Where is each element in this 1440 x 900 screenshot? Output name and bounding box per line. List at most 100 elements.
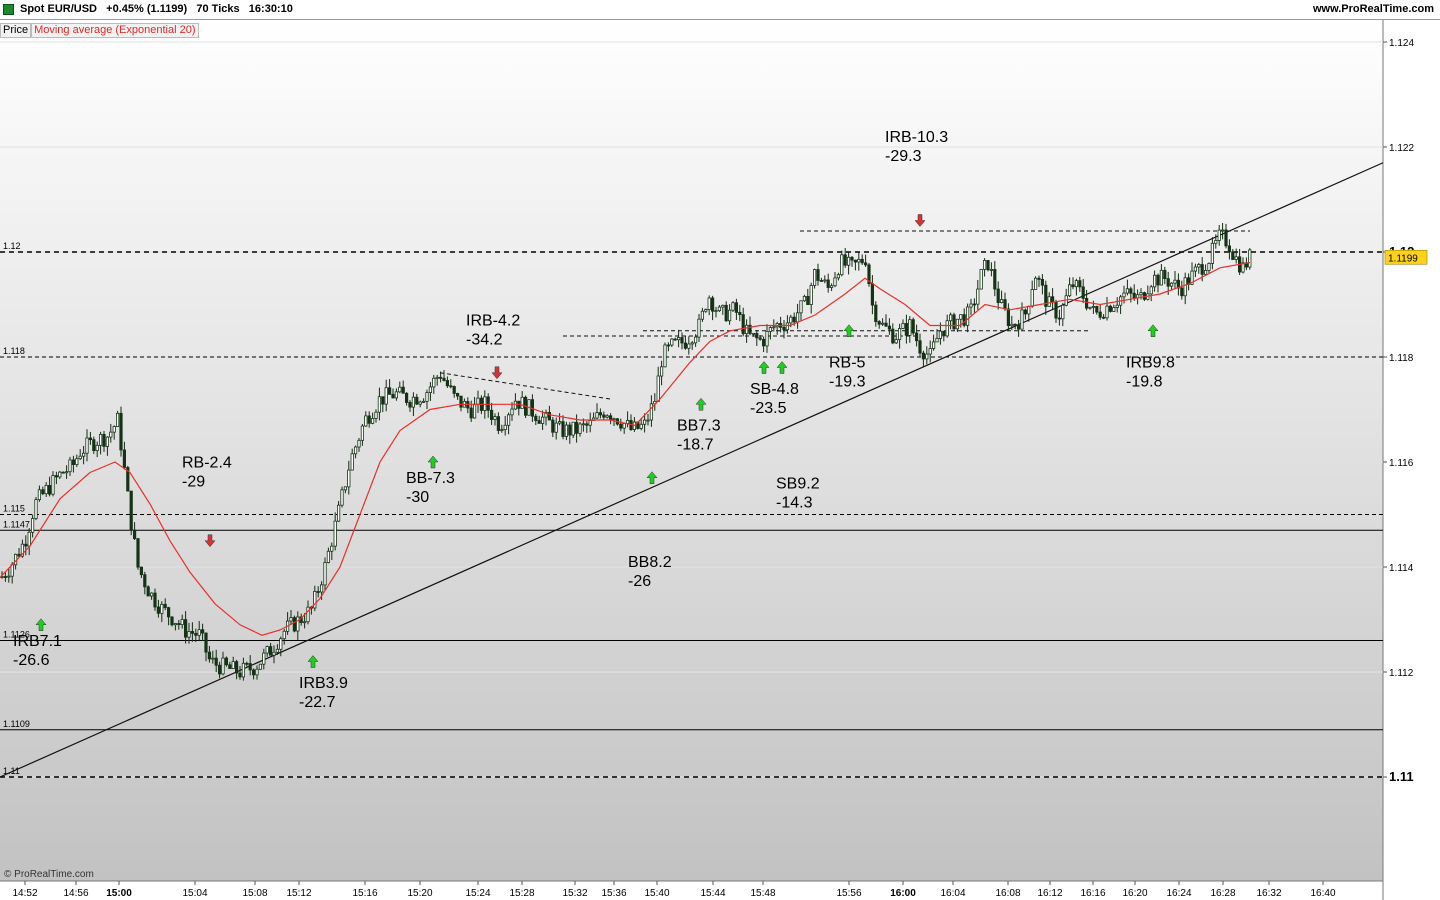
candle-body <box>194 632 198 636</box>
candle-body <box>204 632 208 653</box>
candle-body <box>452 386 456 394</box>
candle-body <box>836 274 841 279</box>
candle-body <box>58 471 62 478</box>
candle-body <box>935 338 939 343</box>
x-tick-label: 15:04 <box>182 888 207 899</box>
candle-body <box>707 297 711 310</box>
candle-body <box>785 322 790 331</box>
x-tick-label: 15:12 <box>286 888 311 899</box>
candle-body <box>969 303 973 308</box>
candle-body <box>1061 304 1065 320</box>
signal-annotation-label: RB-5 <box>829 355 866 372</box>
candle-body <box>799 300 803 314</box>
candle-body <box>65 471 69 474</box>
candle-body <box>714 310 718 313</box>
candle-body <box>962 314 966 326</box>
candle-body <box>500 429 504 432</box>
candle-body <box>1149 286 1153 295</box>
candle-body <box>177 623 181 626</box>
x-tick-label: 16:12 <box>1037 888 1062 899</box>
candle-body <box>82 452 86 457</box>
candle-body <box>357 439 361 448</box>
candle-body <box>588 420 592 426</box>
candle-body <box>571 421 575 436</box>
x-tick-label: 15:32 <box>562 888 587 899</box>
candle-body <box>245 662 249 665</box>
title-bar: Spot EUR/USD +0.45% (1.1199) 70 Ticks 16… <box>0 0 1440 20</box>
candle-body <box>160 603 164 614</box>
candle-body <box>643 419 647 425</box>
candle-body <box>520 396 524 409</box>
candle-body <box>1163 269 1167 280</box>
candle-body <box>350 453 354 471</box>
signal-annotation-value: -18.7 <box>677 437 714 454</box>
candle-body <box>1234 256 1238 260</box>
x-tick-label: 16:08 <box>995 888 1020 899</box>
legend-moving-average[interactable]: Moving average (Exponential 20) <box>31 23 199 38</box>
signal-annotation-label: RB-2.4 <box>182 454 232 471</box>
x-tick-label: 16:16 <box>1080 888 1105 899</box>
price-chart[interactable]: 1.121.1181.1151.11471.11261.11091.11 IRB… <box>0 20 1440 900</box>
candle-body <box>1003 299 1007 310</box>
candle-body <box>330 545 334 552</box>
candle-body <box>1102 316 1106 319</box>
candle-body <box>1115 304 1119 308</box>
candle-body <box>840 254 844 276</box>
candle-body <box>782 326 786 331</box>
candle-body <box>1047 296 1051 307</box>
candle-body <box>541 416 545 424</box>
candle-body <box>1193 266 1197 272</box>
candle-body <box>741 314 745 335</box>
candle-body <box>367 415 371 424</box>
x-tick-label: 15:24 <box>465 888 490 899</box>
candle-body <box>595 412 599 419</box>
candle-body <box>908 319 912 336</box>
level-label: 1.115 <box>3 504 25 514</box>
candle-body <box>850 256 854 261</box>
candle-body <box>901 323 905 329</box>
candle-body <box>911 319 915 334</box>
candle-body <box>1132 292 1136 299</box>
candle-body <box>248 663 252 671</box>
candle-body <box>449 385 453 388</box>
candle-body <box>1088 306 1092 309</box>
candle-body <box>170 616 174 626</box>
candle-body <box>955 318 960 330</box>
candle-body <box>459 395 463 408</box>
candle-body <box>952 314 956 330</box>
candle-body <box>404 392 409 403</box>
legend-price[interactable]: Price <box>0 23 32 38</box>
x-tick-label: 15:40 <box>644 888 669 899</box>
x-tick-label: 15:16 <box>352 888 377 899</box>
candle-body <box>581 423 586 426</box>
candle-body <box>833 277 837 287</box>
candle-body <box>102 433 106 447</box>
candle-body <box>765 330 769 347</box>
site-link[interactable]: www.ProRealTime.com <box>1313 3 1434 15</box>
candle-body <box>1221 229 1225 232</box>
candle-body <box>884 322 888 327</box>
candle-body <box>1248 249 1252 268</box>
candle-body <box>1197 264 1201 268</box>
y-tick-label: 1.112 <box>1389 668 1414 679</box>
candle-body <box>683 342 688 349</box>
candle-body <box>717 306 722 312</box>
candle-body <box>537 420 541 424</box>
candle-body <box>272 651 276 656</box>
candle-body <box>282 630 286 640</box>
candle-body <box>180 619 184 626</box>
candle-body <box>506 414 511 426</box>
candle-body <box>289 617 293 622</box>
signal-annotation-label: BB-7.3 <box>406 470 455 487</box>
candle-body <box>700 310 705 320</box>
x-tick-label: 16:28 <box>1210 888 1235 899</box>
candle-body <box>663 344 667 368</box>
candle-body <box>857 258 861 263</box>
signal-annotation-value: -23.5 <box>750 400 787 417</box>
candle-body <box>1091 305 1095 308</box>
candle-body <box>119 412 123 451</box>
candle-body <box>323 562 327 586</box>
x-tick-label: 16:00 <box>890 888 916 899</box>
candle-body <box>343 486 348 491</box>
last-update-time: 16:30:10 <box>248 3 293 15</box>
